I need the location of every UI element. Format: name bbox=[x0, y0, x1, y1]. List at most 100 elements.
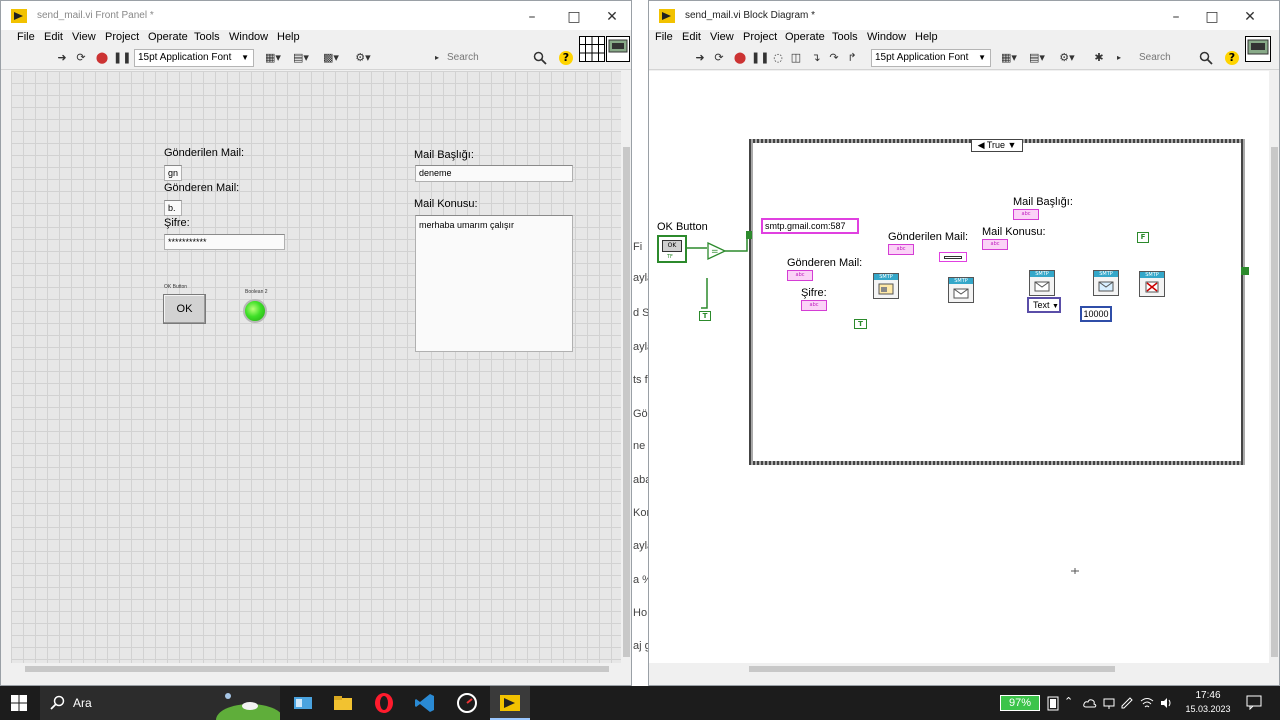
font-select[interactable]: 15pt Application Font ▼ bbox=[134, 49, 254, 67]
block-diagram-window[interactable]: send_mail.vi Block Diagram * – □ ✕ File … bbox=[648, 0, 1280, 686]
menu-window[interactable]: Window bbox=[229, 31, 268, 43]
menu-operate[interactable]: Operate bbox=[785, 31, 825, 43]
menu-edit[interactable]: Edit bbox=[44, 31, 63, 43]
smtp-send-node[interactable]: SMTP bbox=[1093, 270, 1119, 296]
distribute-objects-icon[interactable]: ▤▾ bbox=[1027, 51, 1047, 65]
run-continuously-icon[interactable]: ⟳ bbox=[712, 51, 726, 65]
maximize-button[interactable]: □ bbox=[559, 7, 589, 27]
front-panel-horizontal-scrollbar[interactable] bbox=[11, 663, 621, 675]
run-continuously-icon[interactable]: ⟳ bbox=[74, 51, 88, 65]
menu-file[interactable]: File bbox=[17, 31, 35, 43]
highlight-execution-icon[interactable]: ◌ bbox=[771, 51, 785, 65]
mail-body-terminal[interactable]: abc bbox=[982, 239, 1008, 250]
clock-date[interactable]: 15.03.2023 bbox=[1180, 704, 1236, 714]
active-labview-task[interactable] bbox=[490, 686, 530, 720]
menu-help[interactable]: Help bbox=[277, 31, 300, 43]
block-diagram-titlebar[interactable]: send_mail.vi Block Diagram * – □ ✕ bbox=[649, 1, 1279, 32]
minimize-button[interactable]: – bbox=[1161, 7, 1191, 27]
front-panel-vertical-scrollbar[interactable] bbox=[621, 71, 631, 663]
sent-mail-input[interactable]: gn bbox=[164, 165, 182, 181]
boolean-2-led[interactable] bbox=[243, 299, 267, 323]
windows-start-icon[interactable] bbox=[11, 695, 27, 711]
front-panel-window[interactable]: send_mail.vi Front Panel * – □ ✕ File Ed… bbox=[0, 0, 632, 686]
wifi-icon[interactable] bbox=[1140, 696, 1154, 710]
vi-icon-pane[interactable] bbox=[606, 36, 630, 62]
build-array-node[interactable] bbox=[939, 252, 967, 262]
case-selector[interactable]: ◀ True ▼ bbox=[971, 139, 1023, 152]
menu-tools[interactable]: Tools bbox=[832, 31, 858, 43]
help-icon[interactable]: ? bbox=[559, 51, 573, 65]
menu-view[interactable]: View bbox=[710, 31, 734, 43]
labview-launcher-icon[interactable] bbox=[456, 692, 478, 714]
step-over-icon[interactable]: ↷ bbox=[827, 51, 841, 65]
pause-icon[interactable]: ❚❚ bbox=[751, 51, 769, 65]
resize-objects-icon[interactable]: ▩▾ bbox=[321, 51, 341, 65]
sent-mail-terminal[interactable]: abc bbox=[888, 244, 914, 255]
mail-subject-input[interactable]: deneme bbox=[415, 165, 573, 182]
horizontal-scroll-thumb[interactable] bbox=[25, 666, 609, 672]
run-arrow-icon[interactable]: ➜ bbox=[55, 51, 69, 65]
abort-icon[interactable]: ⬤ bbox=[95, 51, 109, 65]
timeout-constant[interactable]: 10000 bbox=[1080, 306, 1112, 322]
volume-icon[interactable] bbox=[1159, 696, 1173, 710]
vi-icon-pane[interactable] bbox=[1245, 36, 1271, 62]
network-icon[interactable] bbox=[1102, 696, 1116, 710]
minimize-button[interactable]: – bbox=[517, 7, 547, 27]
content-type-enum[interactable]: Text ▼ bbox=[1027, 297, 1061, 313]
align-objects-icon[interactable]: ▦▾ bbox=[263, 51, 283, 65]
smtp-add-content-node[interactable]: SMTP bbox=[1029, 270, 1055, 296]
mail-subject-terminal[interactable]: abc bbox=[1013, 209, 1039, 220]
case-next-icon[interactable]: ▼ bbox=[1008, 140, 1017, 150]
password-input[interactable]: *********** bbox=[164, 234, 285, 250]
true-constant-inner[interactable]: T bbox=[854, 319, 867, 329]
smtp-server-constant[interactable]: smtp.gmail.com:587 bbox=[761, 218, 859, 234]
pause-icon[interactable]: ❚❚ bbox=[113, 51, 131, 65]
close-button[interactable]: ✕ bbox=[1235, 7, 1265, 27]
vertical-scroll-thumb[interactable] bbox=[1271, 147, 1278, 657]
clean-up-diagram-icon[interactable]: ✱ bbox=[1089, 51, 1109, 65]
mail-body-textarea[interactable]: merhaba umarım çalışır bbox=[415, 215, 573, 352]
menu-help[interactable]: Help bbox=[915, 31, 938, 43]
sender-mail-input[interactable]: b. bbox=[164, 200, 182, 216]
task-view-icon[interactable] bbox=[292, 692, 314, 714]
run-arrow-icon[interactable]: ➜ bbox=[693, 51, 707, 65]
front-panel-canvas[interactable]: Gönderilen Mail: gn Gönderen Mail: b. Şi… bbox=[11, 71, 621, 663]
case-prev-icon[interactable]: ◀ bbox=[978, 140, 985, 150]
ok-button-terminal[interactable]: OK TF bbox=[657, 235, 687, 263]
menu-project[interactable]: Project bbox=[743, 31, 777, 43]
retain-wire-values-icon[interactable]: ◫ bbox=[789, 51, 803, 65]
menu-edit[interactable]: Edit bbox=[682, 31, 701, 43]
true-constant-outer[interactable]: T bbox=[699, 311, 711, 321]
connector-pane-icon[interactable] bbox=[579, 36, 605, 62]
horizontal-scroll-thumb[interactable] bbox=[749, 666, 1115, 672]
maximize-button[interactable]: □ bbox=[1197, 7, 1227, 27]
align-objects-icon[interactable]: ▦▾ bbox=[999, 51, 1019, 65]
file-explorer-icon[interactable] bbox=[332, 692, 354, 714]
reorder-icon[interactable]: ⚙▾ bbox=[1057, 51, 1077, 65]
distribute-objects-icon[interactable]: ▤▾ bbox=[291, 51, 311, 65]
smtp-open-session-node[interactable]: SMTP bbox=[873, 273, 899, 299]
close-button[interactable]: ✕ bbox=[597, 7, 627, 27]
battery-indicator[interactable]: 97% bbox=[1000, 695, 1040, 711]
font-select[interactable]: 15pt Application Font ▼ bbox=[871, 49, 991, 67]
front-panel-titlebar[interactable]: send_mail.vi Front Panel * – □ ✕ bbox=[1, 1, 631, 32]
reorder-icon[interactable]: ⚙▾ bbox=[353, 51, 373, 65]
smtp-close-session-node[interactable]: SMTP bbox=[1139, 271, 1165, 297]
menu-file[interactable]: File bbox=[655, 31, 673, 43]
abort-icon[interactable]: ⬤ bbox=[733, 51, 747, 65]
block-diagram-canvas[interactable]: OK Button OK TF = T ◀ True ▼ smtp.gmail.… bbox=[649, 71, 1269, 663]
block-diagram-horizontal-scrollbar[interactable] bbox=[649, 663, 1269, 675]
help-icon[interactable]: ? bbox=[1225, 51, 1239, 65]
smtp-create-message-node[interactable]: SMTP bbox=[948, 277, 974, 303]
menu-window[interactable]: Window bbox=[867, 31, 906, 43]
step-out-icon[interactable]: ↱ bbox=[845, 51, 859, 65]
block-diagram-vertical-scrollbar[interactable] bbox=[1269, 71, 1279, 663]
opera-browser-icon[interactable] bbox=[373, 692, 395, 714]
clock-time[interactable]: 17:46 bbox=[1182, 690, 1234, 701]
sender-mail-terminal[interactable]: abc bbox=[787, 270, 813, 281]
search-input[interactable]: Search bbox=[1135, 50, 1205, 66]
step-into-icon[interactable]: ↴ bbox=[809, 51, 823, 65]
menu-tools[interactable]: Tools bbox=[194, 31, 220, 43]
show-hidden-icons-icon[interactable]: ⌃ bbox=[1064, 695, 1073, 708]
false-constant[interactable]: F bbox=[1137, 232, 1149, 243]
